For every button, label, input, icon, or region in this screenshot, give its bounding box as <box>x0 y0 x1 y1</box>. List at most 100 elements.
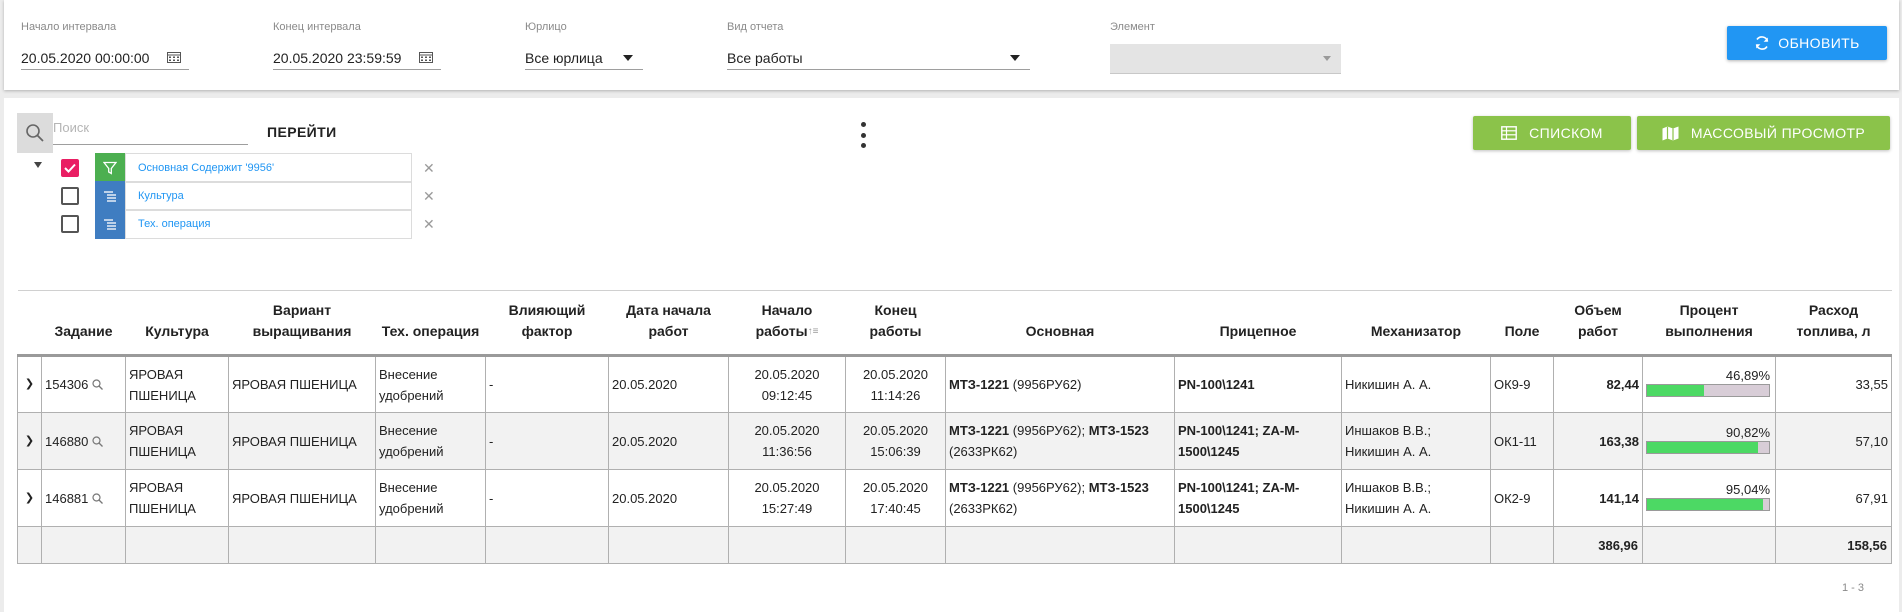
variant-cell: ЯРОВАЯ ПШЕНИЦА <box>228 355 376 413</box>
task-id[interactable]: 146880 <box>45 431 88 452</box>
grouping-culture[interactable]: Культура <box>125 181 412 211</box>
task-cell: 154306 <box>41 355 126 413</box>
remove-filter-icon[interactable]: ✕ <box>423 216 435 233</box>
col-date-start[interactable]: Дата начала работ <box>608 290 729 357</box>
expand-row-icon[interactable]: ❯ <box>17 469 42 527</box>
interval-start-label: Начало интервала <box>21 21 117 33</box>
mass-view-button[interactable]: МАССОВЫЙ ПРОСМОТР <box>1637 116 1890 150</box>
col-field[interactable]: Поле <box>1490 290 1554 357</box>
calendar-icon[interactable] <box>167 51 183 65</box>
volume-cell: 141,14 <box>1553 469 1643 527</box>
totals-empty <box>228 526 376 564</box>
table-header-row: Задание Культура Вариант выращивания Тех… <box>17 290 1892 357</box>
legal-entity-select[interactable]: Все юрлица <box>525 46 643 70</box>
field-cell: ОК9-9 <box>1490 355 1554 413</box>
search-icon[interactable] <box>92 379 104 390</box>
main-machine-name-2: МТЗ-1523 <box>1088 423 1149 438</box>
group-list-icon <box>95 181 125 211</box>
main-machine-plate-2: (2633РК62) <box>949 501 1018 516</box>
search-input[interactable]: Поиск <box>53 118 248 145</box>
totals-empty <box>1642 526 1776 564</box>
work-start-cell: 20.05.2020 11:36:56 <box>728 412 846 470</box>
col-operator[interactable]: Механизатор <box>1341 290 1491 357</box>
fuel-cell: 67,91 <box>1775 469 1892 527</box>
operator-cell: Никишин А. А. <box>1341 355 1491 413</box>
search-placeholder: Поиск <box>53 120 90 135</box>
col-operation[interactable]: Тех. операция <box>375 290 486 357</box>
remove-filter-icon[interactable]: ✕ <box>423 188 435 205</box>
total-fuel: 158,56 <box>1775 526 1892 564</box>
col-volume[interactable]: Объем работ <box>1553 290 1643 357</box>
list-view-label: СПИСКОМ <box>1529 125 1603 141</box>
col-task[interactable]: Задание <box>41 290 126 357</box>
search-icon <box>26 124 44 142</box>
filter-checkbox[interactable] <box>61 187 79 205</box>
main-machine-plate: (9956РУ62) <box>1009 377 1082 392</box>
checkmark-icon <box>64 163 76 173</box>
expand-row-icon[interactable]: ❯ <box>17 412 42 470</box>
more-menu-icon[interactable] <box>859 122 867 148</box>
remove-filter-icon[interactable]: ✕ <box>423 160 435 177</box>
operator-cell: Иншаков В.В.; Никишин А. А. <box>1341 412 1491 470</box>
search-button[interactable] <box>17 113 53 153</box>
element-select[interactable] <box>1110 44 1341 74</box>
totals-empty <box>375 526 486 564</box>
group-list-icon <box>95 209 125 239</box>
col-fuel[interactable]: Расход топлива, л <box>1775 290 1892 357</box>
col-trailer[interactable]: Прицепное <box>1174 290 1342 357</box>
report-type-value: Все работы <box>727 49 803 66</box>
interval-start-value: 20.05.2020 00:00:00 <box>21 49 150 66</box>
table-row[interactable]: ❯ 154306 ЯРОВАЯ ПШЕНИЦА ЯРОВАЯ ПШЕНИЦА В… <box>17 355 1892 413</box>
main-machine-name: МТЗ-1221 <box>949 423 1010 438</box>
totals-empty <box>728 526 846 564</box>
totals-empty <box>608 526 729 564</box>
interval-start-group: Начало интервала 20.05.2020 00:00:00 <box>21 20 189 70</box>
interval-end-value: 20.05.2020 23:59:59 <box>273 49 402 66</box>
report-panel: Поиск ПЕРЕЙТИ СПИСКОМ МАССОВЫЙ ПРОСМОТР … <box>4 98 1899 612</box>
col-culture[interactable]: Культура <box>125 290 229 357</box>
collapse-caret-icon[interactable] <box>34 162 42 168</box>
operation-cell: Внесение удобрений <box>375 469 486 527</box>
col-main[interactable]: Основная <box>945 290 1175 357</box>
report-type-group: Вид отчета Все работы <box>727 20 1030 70</box>
filter-checkbox[interactable] <box>61 159 79 177</box>
totals-row: 386,96 158,56 <box>17 526 1892 564</box>
search-icon[interactable] <box>92 492 104 504</box>
operation-cell: Внесение удобрений <box>375 355 486 413</box>
totals-empty <box>17 526 42 564</box>
filter-checkbox[interactable] <box>61 215 79 233</box>
col-work-start[interactable]: Начало работы↑≡ <box>728 290 846 357</box>
table-row[interactable]: ❯ 146880 ЯРОВАЯ ПШЕНИЦА ЯРОВАЯ ПШЕНИЦА В… <box>17 412 1892 470</box>
variant-cell: ЯРОВАЯ ПШЕНИЦА <box>228 469 376 527</box>
list-view-button[interactable]: СПИСКОМ <box>1473 116 1631 150</box>
sort-ascending-icon[interactable]: ↑≡ <box>808 326 819 337</box>
report-type-select[interactable]: Все работы <box>727 46 1030 70</box>
table-row[interactable]: ❯ 146881 ЯРОВАЯ ПШЕНИЦА ЯРОВАЯ ПШЕНИЦА В… <box>17 469 1892 527</box>
col-work-end[interactable]: Конец работы <box>845 290 946 357</box>
calendar-icon[interactable] <box>419 51 435 65</box>
percent-cell: 90,82% <box>1642 412 1776 470</box>
work-end-cell: 20.05.2020 11:14:26 <box>845 355 946 413</box>
col-variant[interactable]: Вариант выращивания <box>228 290 376 357</box>
search-icon[interactable] <box>92 435 104 447</box>
total-volume: 386,96 <box>1553 526 1643 564</box>
col-factor[interactable]: Влияющий фактор <box>485 290 609 357</box>
task-cell: 146881 <box>41 469 126 527</box>
totals-empty <box>1174 526 1342 564</box>
pagination-info: 1 - 3 <box>1841 582 1864 594</box>
refresh-button[interactable]: ОБНОВИТЬ <box>1727 26 1887 60</box>
goto-button[interactable]: ПЕРЕЙТИ <box>267 124 337 140</box>
interval-end-input[interactable]: 20.05.2020 23:59:59 <box>273 46 441 70</box>
task-id[interactable]: 146881 <box>45 488 88 509</box>
col-percent[interactable]: Процент выполнения <box>1642 290 1776 357</box>
filter-condition[interactable]: Основная Содержит '9956' <box>125 153 412 183</box>
legal-entity-group: Юрлицо Все юрлица <box>525 20 643 70</box>
expand-row-icon[interactable]: ❯ <box>17 355 42 413</box>
task-id[interactable]: 154306 <box>45 374 88 395</box>
volume-cell: 163,38 <box>1553 412 1643 470</box>
main-machine-name-2: МТЗ-1523 <box>1088 480 1149 495</box>
culture-cell: ЯРОВАЯ ПШЕНИЦА <box>125 469 229 527</box>
trailer-cell: PN-100\1241; ZA-M-1500\1245 <box>1174 412 1342 470</box>
interval-start-input[interactable]: 20.05.2020 00:00:00 <box>21 46 189 70</box>
grouping-operation[interactable]: Тех. операция <box>125 209 412 239</box>
